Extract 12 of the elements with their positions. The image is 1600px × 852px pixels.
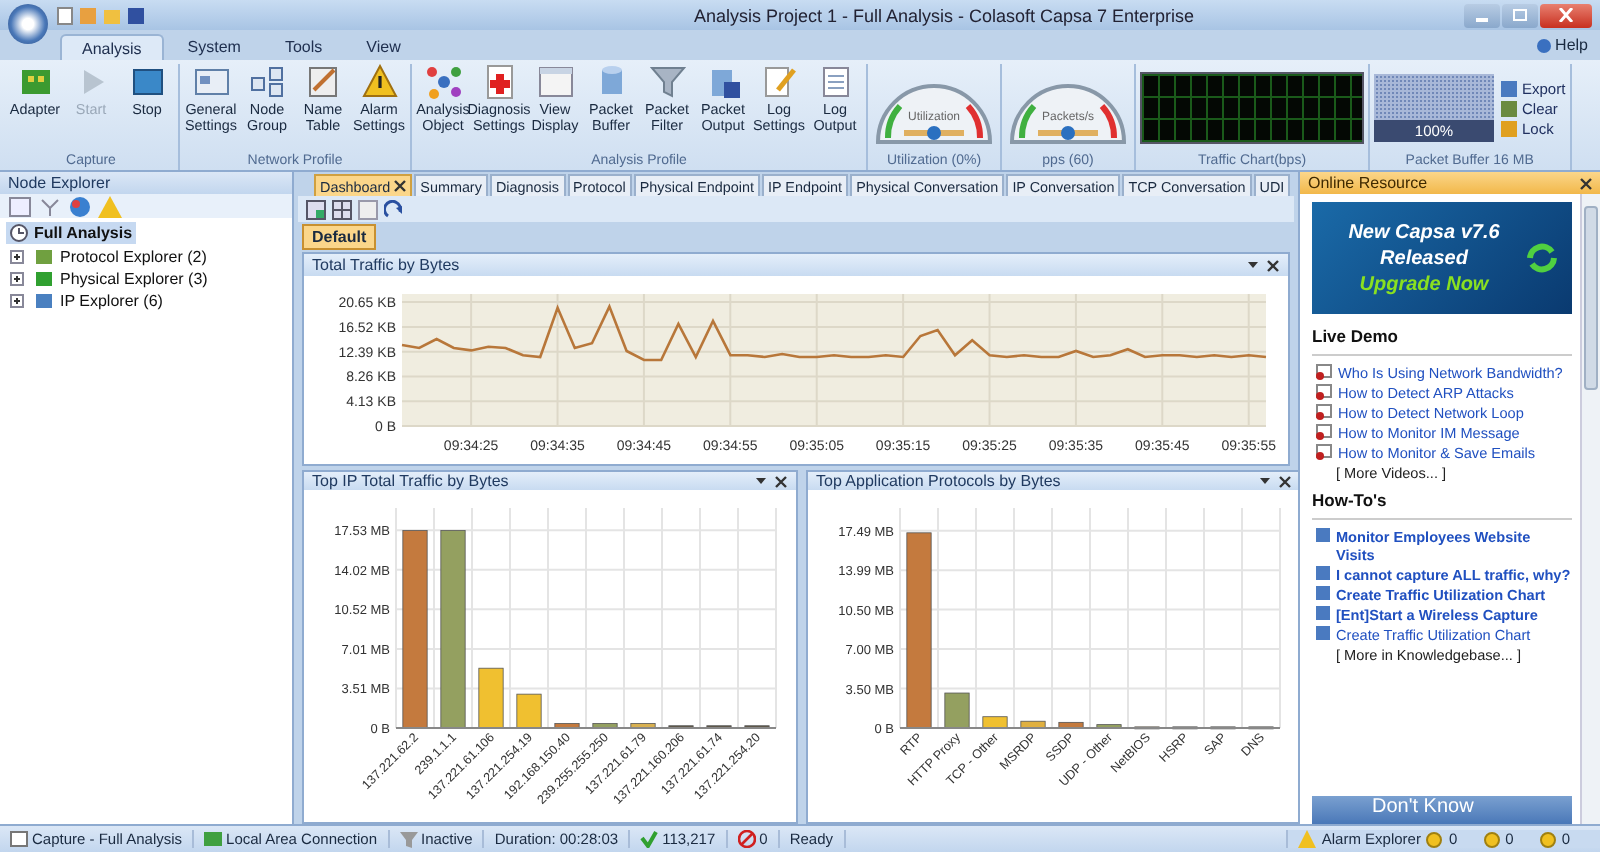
section-title: How-To's bbox=[1312, 490, 1572, 520]
panel-title: Online Resource bbox=[1308, 174, 1428, 192]
banner-text: New Capsa v7.6 bbox=[1348, 219, 1500, 245]
chart-title: Total Traffic by Bytes bbox=[312, 256, 460, 274]
banner-text: Don't Know bbox=[1372, 796, 1474, 818]
section-title: Live Demo bbox=[1312, 326, 1572, 356]
panel-title: Node Explorer bbox=[8, 174, 111, 192]
banner-text: Upgrade Now bbox=[1359, 271, 1489, 297]
window-title: Analysis Project 1 - Full Analysis - Colasoft Capsa 7 Enterprise bbox=[691, 5, 1197, 25]
banner-text: Released bbox=[1380, 245, 1468, 271]
chart-title: Top Application Protocols by Bytes bbox=[816, 472, 1061, 490]
chart-title: Top IP Total Traffic by Bytes bbox=[312, 472, 509, 490]
